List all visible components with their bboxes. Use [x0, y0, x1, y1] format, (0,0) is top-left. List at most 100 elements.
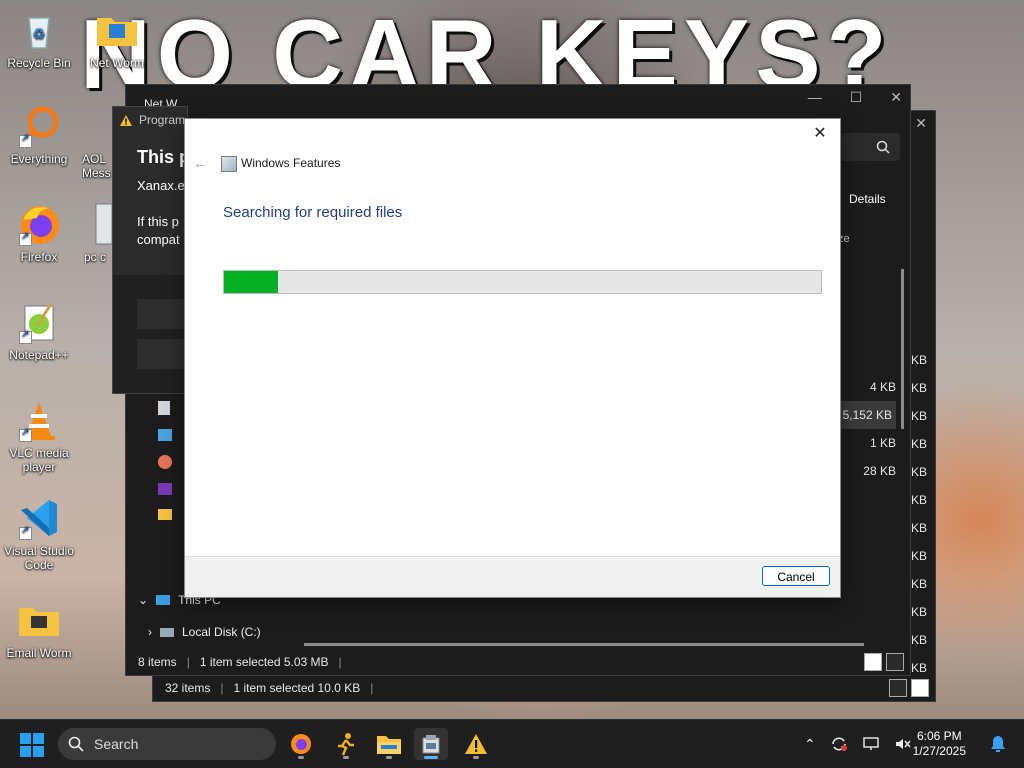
folder-icon: [17, 598, 61, 642]
size-cell: KB: [910, 353, 927, 367]
minimize-icon[interactable]: —: [808, 89, 822, 106]
dialog-title: Windows Features: [241, 156, 341, 170]
desktop-icon-everything[interactable]: Everything: [4, 104, 74, 166]
image-icon: [158, 429, 172, 441]
shortcut-arrow-icon: [19, 329, 32, 344]
taskbar-app-runner[interactable]: [329, 728, 363, 760]
desktop-icon-label: Net Worm: [90, 56, 144, 70]
view-toggle: [864, 653, 904, 671]
notification-bell-icon[interactable]: [990, 735, 1006, 753]
desktop-icon-net-worm[interactable]: Net Worm: [82, 8, 152, 70]
desktop-icon-label: VLC media player: [9, 446, 69, 474]
windows-update-icon[interactable]: [830, 735, 848, 753]
size-cell: KB: [910, 633, 927, 647]
cancel-button[interactable]: Cancel: [762, 566, 830, 586]
taskbar: Search ⌃ 6:06 PM 1/27/2025: [0, 719, 1024, 768]
close-icon[interactable]: ✕: [915, 115, 927, 132]
shortcut-arrow-icon: [19, 231, 32, 246]
running-indicator: [424, 756, 438, 759]
compat-assistant-dialog[interactable]: Program Compatibility Assistant This p X…: [112, 106, 188, 394]
desktop-icon-vscode[interactable]: Visual Studio Code: [4, 496, 74, 572]
desktop-icon-pc[interactable]: pc c: [84, 202, 114, 264]
windows-features-icon: [221, 156, 237, 172]
desktop-icon-notepadpp[interactable]: Notepad++: [4, 300, 74, 362]
desktop-icon-vlc[interactable]: VLC media player: [4, 398, 74, 474]
clock[interactable]: 6:06 PM 1/27/2025: [913, 729, 966, 759]
window-controls: ✕: [915, 115, 927, 132]
size-cell: 5,152 KB: [838, 401, 896, 429]
details-button[interactable]: Details: [849, 192, 886, 206]
maximize-icon[interactable]: ☐: [850, 89, 863, 106]
view-toggle: [889, 679, 929, 697]
close-icon[interactable]: ✕: [810, 124, 830, 144]
details-view-button[interactable]: [889, 679, 907, 697]
search-box[interactable]: [840, 133, 900, 161]
status-selection: 1 item selected 5.03 MB: [199, 655, 329, 669]
monitor-icon: [156, 595, 171, 605]
tiles-view-button[interactable]: [911, 679, 929, 697]
system-tray: ⌃: [804, 720, 912, 768]
size-cell: KB: [910, 493, 927, 507]
network-icon[interactable]: [862, 736, 880, 752]
desktop-icon-label: Recycle Bin: [7, 56, 71, 70]
document-icon: [86, 202, 113, 246]
desktop-icon-label: Email Worm: [6, 646, 72, 660]
desktop-icon-label: Visual Studio Code: [4, 544, 74, 572]
size-cell: KB: [910, 409, 927, 423]
close-icon[interactable]: ✕: [890, 89, 902, 106]
horizontal-scrollbar[interactable]: [304, 643, 864, 646]
desktop-icon-firefox[interactable]: Firefox: [4, 202, 74, 264]
folder-icon: [95, 8, 139, 52]
vscode-icon: [17, 496, 61, 540]
aol-icon: [85, 104, 115, 148]
chevron-up-icon[interactable]: ⌃: [804, 736, 816, 753]
windows-features-dialog[interactable]: ✕ ← Windows Features Searching for requi…: [184, 118, 841, 598]
music-icon: [158, 455, 172, 469]
compat-option-button[interactable]: [137, 299, 187, 329]
dialog-heading: This p: [137, 147, 188, 167]
file-list-icons: [158, 397, 178, 520]
compat-option-button[interactable]: [137, 339, 187, 369]
size-cell: KB: [910, 381, 927, 395]
desktop-icon-email-worm[interactable]: Email Worm: [4, 598, 74, 660]
status-heading: Searching for required files: [223, 204, 403, 221]
volume-muted-icon[interactable]: [894, 736, 912, 752]
status-item-count: 32 items: [165, 681, 211, 695]
desktop-icon-label: Everything: [10, 152, 68, 166]
taskbar-app-firefox[interactable]: [284, 728, 318, 760]
firefox-icon: [291, 734, 311, 754]
dialog-caption: Program Compatibility Assistant: [119, 113, 187, 127]
taskbar-app-windows-features[interactable]: [414, 728, 448, 760]
taskbar-app-compat-assistant[interactable]: [459, 728, 493, 760]
vlc-cone-icon: [17, 398, 61, 442]
vertical-scrollbar[interactable]: [901, 269, 904, 429]
shortcut-arrow-icon: [19, 427, 32, 442]
status-item-count: 8 items: [138, 655, 177, 669]
windows-features-icon: [422, 735, 440, 754]
warning-icon: [465, 734, 487, 754]
details-view-button[interactable]: [864, 653, 882, 671]
desktop-icon-label: pc c: [84, 250, 107, 264]
start-button[interactable]: [20, 733, 44, 757]
size-cell: KB: [910, 465, 927, 479]
tiles-view-button[interactable]: [886, 653, 904, 671]
search-icon: [876, 140, 890, 154]
size-cell: 28 KB: [863, 464, 896, 478]
taskbar-search[interactable]: Search: [58, 728, 276, 760]
everything-search-icon: [17, 104, 61, 148]
shortcut-arrow-icon: [19, 133, 32, 148]
taskbar-app-file-explorer[interactable]: [372, 728, 406, 760]
desktop-icon-label: Firefox: [20, 250, 58, 264]
video-icon: [158, 483, 172, 495]
desktop-icon-recycle-bin[interactable]: ♻ Recycle Bin: [4, 8, 74, 70]
size-cell: 1 KB: [869, 436, 896, 450]
search-label: Search: [94, 736, 139, 752]
progress-bar: [223, 270, 822, 294]
program-name: Xanax.e: [137, 178, 185, 193]
back-arrow-icon[interactable]: ←: [193, 155, 207, 171]
chevron-down-icon[interactable]: ⌄: [138, 593, 148, 607]
nav-label: Local Disk (C:): [182, 625, 261, 639]
running-indicator: [298, 756, 304, 759]
chevron-right-icon[interactable]: ›: [148, 625, 152, 639]
nav-item-local-disk[interactable]: › Local Disk (C:): [148, 625, 261, 639]
